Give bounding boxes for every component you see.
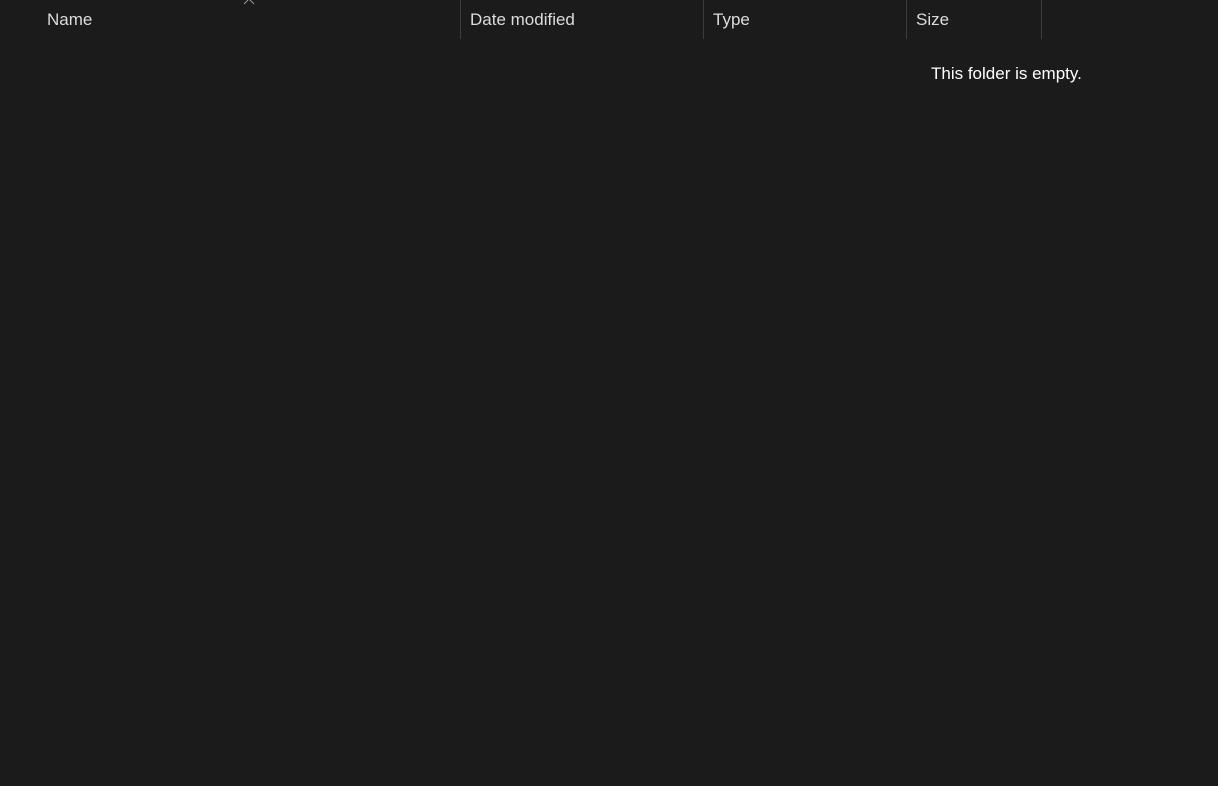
column-header-date-modified-label: Date modified (470, 10, 575, 29)
column-header-name[interactable]: Name (0, 0, 461, 39)
file-list-view[interactable]: Name Date modified Type Size This folder… (0, 0, 1218, 786)
column-header-date-modified[interactable]: Date modified (461, 0, 704, 39)
column-header-size[interactable]: Size (907, 0, 1042, 39)
column-header-type[interactable]: Type (704, 0, 907, 39)
column-header-type-label: Type (713, 10, 750, 29)
chevron-up-icon (243, 0, 255, 5)
column-header-row: Name Date modified Type Size (0, 0, 1218, 39)
column-header-name-label: Name (47, 10, 93, 29)
column-header-size-label: Size (916, 10, 950, 29)
empty-folder-message: This folder is empty. (931, 64, 1082, 83)
